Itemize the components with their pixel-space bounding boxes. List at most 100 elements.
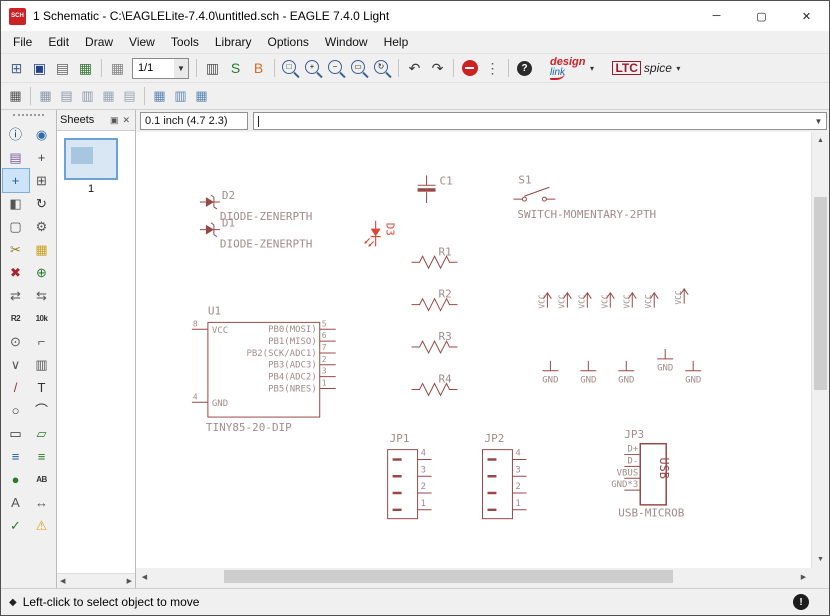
power-vcc-4[interactable]: VCC xyxy=(600,293,614,309)
tool-split[interactable]: ∨ xyxy=(3,353,29,376)
vertical-scroll-track[interactable] xyxy=(812,149,829,551)
scroll-left-icon[interactable]: ◀ xyxy=(136,568,153,585)
tool-display[interactable]: ▤ xyxy=(3,146,29,169)
help-button[interactable]: ? xyxy=(513,57,536,80)
tool-pinswap[interactable]: ⇄ xyxy=(3,284,29,307)
display-toggle-1-button[interactable]: ▦ xyxy=(35,86,56,107)
zoom-fit-button[interactable]: □ xyxy=(279,57,302,80)
sheets-close-icon[interactable]: ✕ xyxy=(120,115,132,126)
tool-circle[interactable]: ○ xyxy=(3,399,29,422)
scroll-up-icon[interactable]: ▲ xyxy=(812,132,829,149)
menu-tools[interactable]: Tools xyxy=(163,33,207,51)
tool-move[interactable]: + xyxy=(3,169,29,192)
part-jp2[interactable]: JP2 4 3 2 1 xyxy=(482,432,526,519)
zoom-select-button[interactable]: ▭ xyxy=(348,57,371,80)
tool-mark[interactable]: + xyxy=(29,146,55,169)
tool-erc[interactable]: ✓ xyxy=(3,514,29,537)
schematic-view-button[interactable]: S xyxy=(224,57,247,80)
board-view-button[interactable]: B xyxy=(247,57,270,80)
tool-change[interactable]: ⚙ xyxy=(29,215,55,238)
layer-combo[interactable]: 1/1 ▼ xyxy=(132,58,189,79)
display-toggle-2-button[interactable]: ▤ xyxy=(56,86,77,107)
tool-mirror[interactable]: ◧ xyxy=(3,192,29,215)
power-vcc-3[interactable]: VCC xyxy=(577,293,591,309)
tool-junction[interactable]: ● xyxy=(3,468,29,491)
run-script-button[interactable]: ⋮ xyxy=(481,57,504,80)
tool-errors[interactable]: ⚠ xyxy=(29,514,55,537)
minimize-button[interactable]: ─ xyxy=(694,1,739,31)
tool-arc[interactable]: ⌒ xyxy=(29,399,55,422)
redo-button[interactable]: ↷ xyxy=(426,57,449,80)
tool-delete[interactable]: ✖ xyxy=(3,261,29,284)
menu-options[interactable]: Options xyxy=(260,33,317,51)
undo-button[interactable]: ↶ xyxy=(403,57,426,80)
tool-rotate[interactable]: ↻ xyxy=(29,192,55,215)
zoom-redraw-button[interactable]: ↻ xyxy=(371,57,394,80)
tool-group[interactable]: ▢ xyxy=(3,215,29,238)
part-d2[interactable]: D2 DIODE-ZENERPTH xyxy=(200,189,312,223)
display-toggle-3-button[interactable]: ▥ xyxy=(77,86,98,107)
power-vcc-6[interactable]: VCC xyxy=(644,293,658,309)
designlink-dropdown[interactable]: ▾ xyxy=(585,64,598,73)
sheets-scroll-right-icon[interactable]: ▶ xyxy=(127,577,132,585)
palette-grip[interactable] xyxy=(13,114,44,121)
part-d3[interactable]: D3 xyxy=(365,221,397,247)
tool-add[interactable]: ⊕ xyxy=(29,261,55,284)
grid-settings-button[interactable]: ▦ xyxy=(5,86,26,107)
schematic-canvas[interactable]: D2 DIODE-ZENERPTH D1 DIODE-ZENERPTH xyxy=(136,132,811,568)
tool-rect[interactable]: ▭ xyxy=(3,422,29,445)
sheets-scroll-left-icon[interactable]: ◀ xyxy=(60,577,65,585)
sheet-label-1[interactable]: 1 xyxy=(64,183,118,195)
menu-library[interactable]: Library xyxy=(207,33,260,51)
scroll-right-icon[interactable]: ▶ xyxy=(795,568,812,585)
view-toggle-3-button[interactable]: ▦ xyxy=(191,86,212,107)
menu-help[interactable]: Help xyxy=(376,33,417,51)
layer-combo-arrow-icon[interactable]: ▼ xyxy=(174,59,188,78)
ltc-spice-logo[interactable]: LTC spice xyxy=(612,61,671,75)
print-button[interactable]: ▤ xyxy=(51,57,74,80)
tool-invoke[interactable]: ▥ xyxy=(29,353,55,376)
tool-wire[interactable]: / xyxy=(3,376,29,399)
tool-copy[interactable]: ⊞ xyxy=(29,169,55,192)
tool-smash[interactable]: ⊙ xyxy=(3,330,29,353)
tool-text[interactable]: T xyxy=(29,376,55,399)
part-r4[interactable]: R4 xyxy=(412,373,458,396)
part-jp1[interactable]: JP1 4 3 2 1 xyxy=(388,432,432,519)
tool-dimension[interactable]: ↔ xyxy=(29,491,55,514)
view-toggle-1-button[interactable]: ▦ xyxy=(149,86,170,107)
display-columns-button[interactable]: ▥ xyxy=(201,57,224,80)
part-r3[interactable]: R3 xyxy=(412,330,458,353)
tool-net[interactable]: ≡ xyxy=(29,445,55,468)
vertical-scrollbar[interactable]: ▲ ▼ xyxy=(811,132,829,568)
designlink-logo[interactable]: design link xyxy=(550,57,585,80)
zoom-in-button[interactable]: + xyxy=(302,57,325,80)
menu-edit[interactable]: Edit xyxy=(40,33,77,51)
tool-value[interactable]: 10k xyxy=(29,307,55,330)
tool-replace[interactable]: ⇆ xyxy=(29,284,55,307)
menu-file[interactable]: File xyxy=(5,33,40,51)
tool-attribute[interactable]: A xyxy=(3,491,29,514)
menu-window[interactable]: Window xyxy=(317,33,376,51)
tool-name[interactable]: R2 xyxy=(3,307,29,330)
layer-settings-button[interactable]: ▦ xyxy=(106,57,129,80)
tool-paste[interactable]: ▦ xyxy=(29,238,55,261)
sheet-thumbnail-1[interactable] xyxy=(64,138,118,180)
tool-show[interactable]: ◉ xyxy=(29,123,55,146)
part-s1[interactable]: S1 SWITCH-MOMENTARY-2PTH xyxy=(513,173,656,220)
horizontal-scrollbar[interactable]: ◀ ▶ xyxy=(136,568,812,585)
cam-export-button[interactable]: ▦ xyxy=(74,57,97,80)
part-c1[interactable]: C1 xyxy=(418,174,453,203)
power-gnd-2[interactable]: GND xyxy=(580,361,596,386)
view-toggle-2-button[interactable]: ▥ xyxy=(170,86,191,107)
save-button[interactable]: ▣ xyxy=(28,57,51,80)
close-button[interactable]: ✕ xyxy=(784,1,829,31)
part-r2[interactable]: R2 xyxy=(412,288,458,311)
power-vcc-7[interactable]: VCC xyxy=(674,289,688,305)
tool-info[interactable]: ⓘ xyxy=(3,123,29,146)
power-gnd-5[interactable]: GND xyxy=(685,361,701,386)
tool-label[interactable]: AB xyxy=(29,468,55,491)
display-toggle-4-button[interactable]: ▦ xyxy=(98,86,119,107)
maximize-button[interactable]: ▢ xyxy=(739,1,784,31)
command-input[interactable]: ▼ xyxy=(253,112,827,130)
vertical-scroll-thumb[interactable] xyxy=(814,197,827,390)
